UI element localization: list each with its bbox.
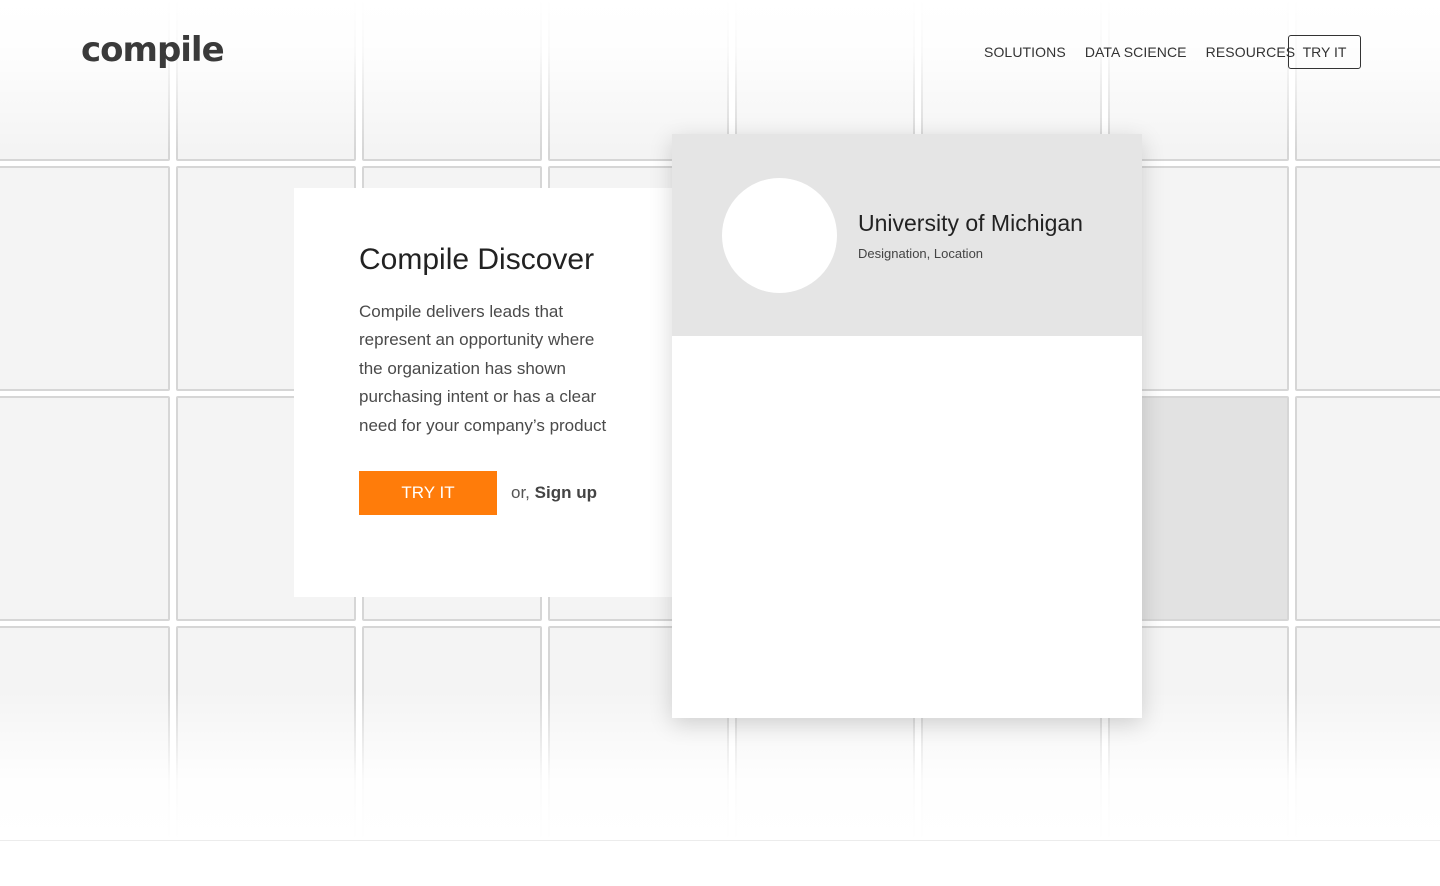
profile-card: University of Michigan Designation, Loca… — [672, 134, 1142, 718]
profile-subtitle: Designation, Location — [858, 246, 984, 261]
grid-tile — [0, 166, 170, 391]
grid-tile — [1295, 166, 1440, 391]
avatar — [722, 178, 837, 293]
hero-card: Compile Discover Compile delivers leads … — [294, 188, 684, 597]
logo[interactable]: compile — [81, 30, 225, 70]
header-try-it-button[interactable]: TRY IT — [1288, 35, 1361, 69]
hero-try-it-button[interactable]: TRY IT — [359, 471, 497, 515]
nav-data-science[interactable]: DATA SCIENCE — [1085, 44, 1187, 60]
grid-tile — [0, 396, 170, 621]
or-label: or, — [511, 483, 530, 502]
nav-solutions[interactable]: SOLUTIONS — [984, 44, 1066, 60]
hero-description: Compile delivers leads that represent an… — [359, 302, 607, 435]
main-nav: SOLUTIONS DATA SCIENCE RESOURCES — [984, 44, 1314, 60]
divider — [0, 840, 1440, 841]
signup-prompt: or, Sign up — [511, 483, 597, 503]
profile-header: University of Michigan Designation, Loca… — [672, 134, 1142, 336]
grid-tile — [1295, 396, 1440, 621]
nav-resources[interactable]: RESOURCES — [1206, 44, 1296, 60]
top-fade-overlay — [0, 0, 1440, 150]
sign-up-link[interactable]: Sign up — [535, 483, 597, 502]
hero-title: Compile Discover — [359, 243, 595, 276]
profile-name: University of Michigan — [858, 210, 1083, 236]
